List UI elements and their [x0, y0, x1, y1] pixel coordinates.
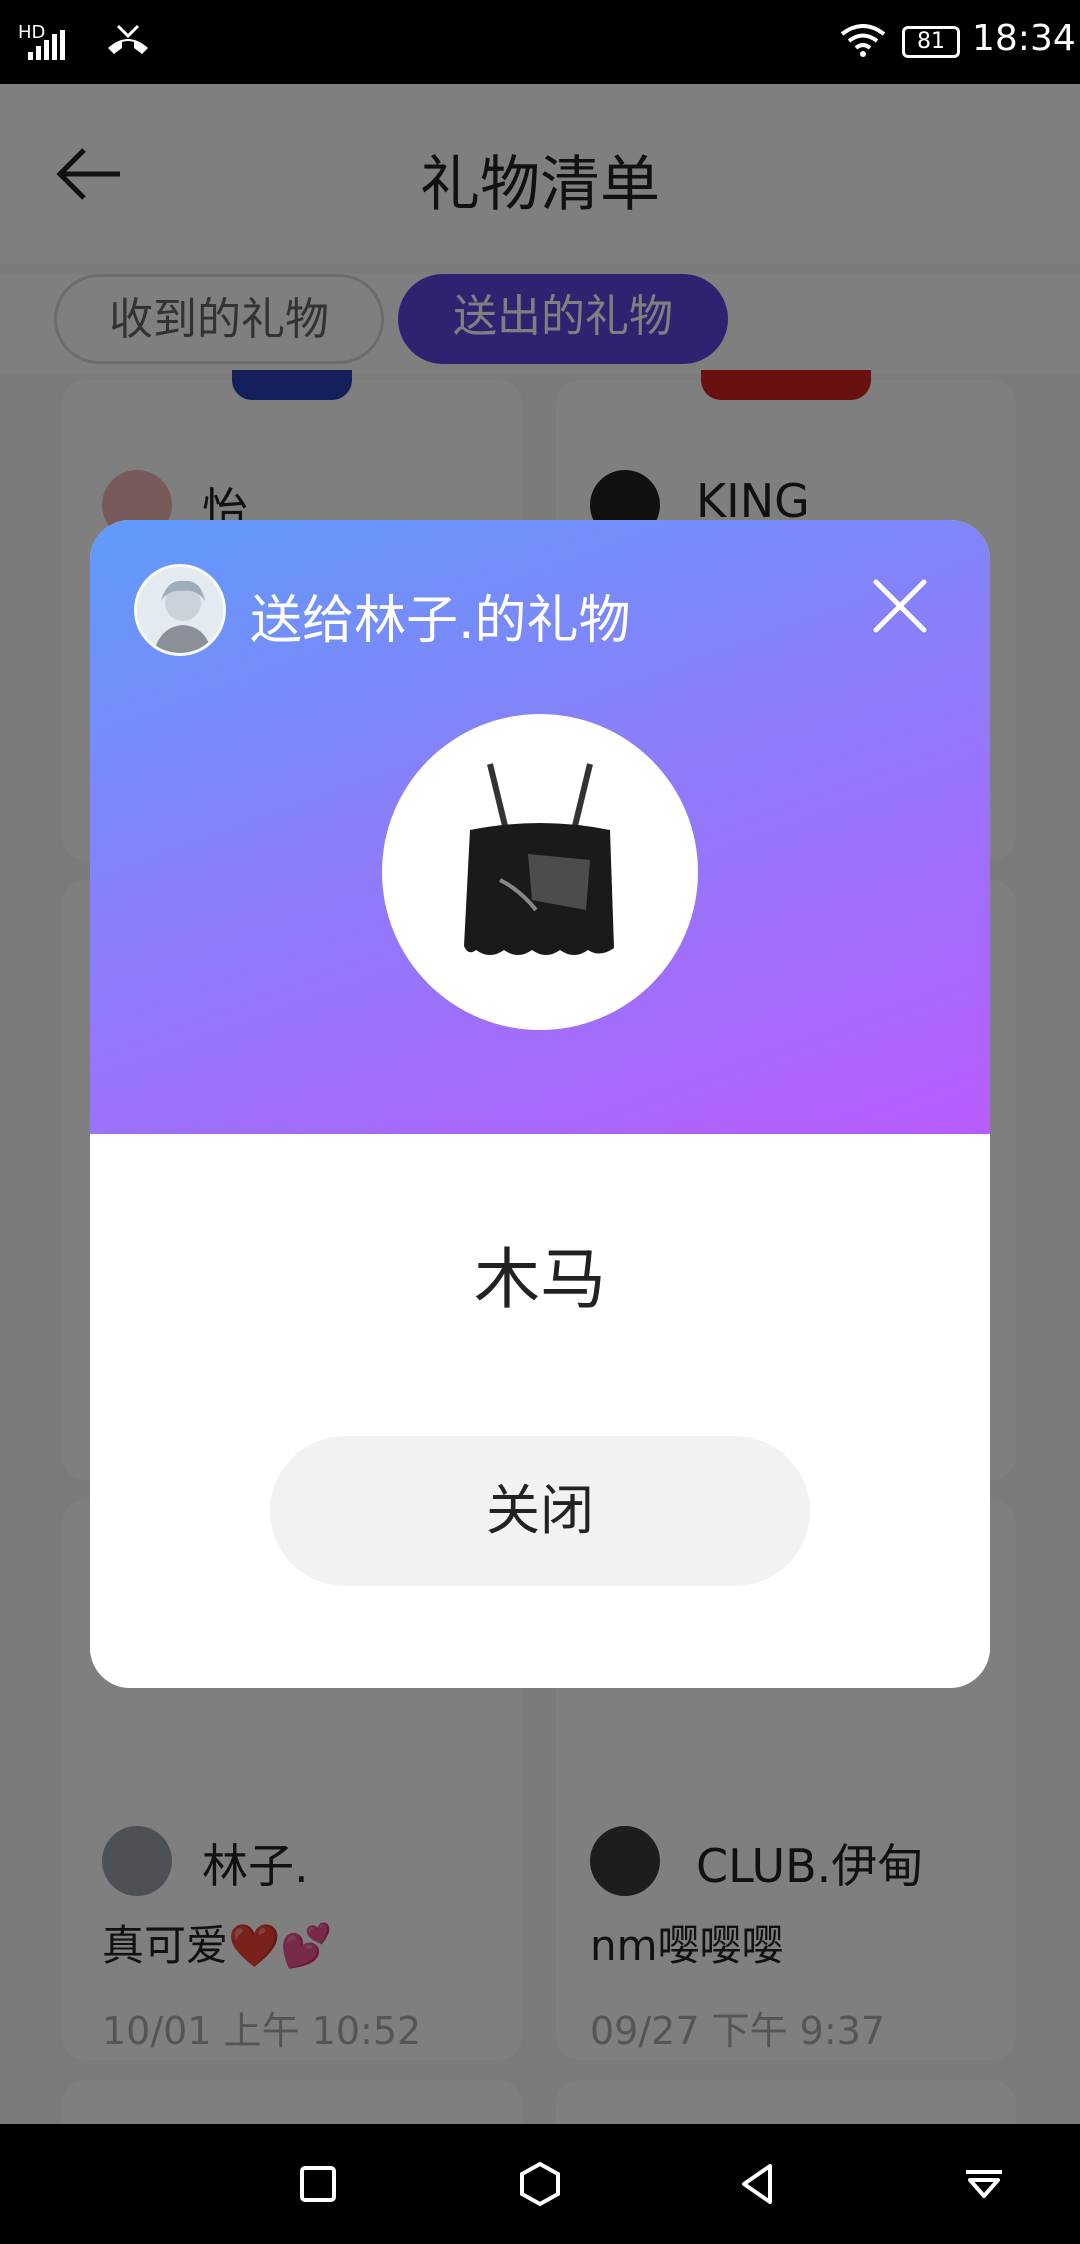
signal-icon [28, 30, 65, 60]
gift-name: 木马 [474, 1241, 606, 1318]
close-button[interactable]: 关闭 [270, 1436, 810, 1586]
battery-icon: 81 [902, 26, 960, 58]
recipient-avatar [134, 564, 226, 656]
gift-image-frame [382, 714, 698, 1030]
notification-shade-icon[interactable] [960, 2160, 1008, 2208]
wifi-icon [840, 24, 886, 57]
dialog-header: 送给林子.的礼物 [90, 520, 990, 1134]
gift-detail-dialog: 送给林子.的礼物 木马 关闭 [90, 520, 990, 1688]
status-bar: HD 81 18:34 [0, 0, 1080, 84]
gift-image [464, 763, 614, 955]
close-icon[interactable] [870, 576, 930, 636]
clock: 18:34 [972, 18, 1076, 59]
dialog-title: 送给林子.的礼物 [250, 591, 631, 651]
avatar-image [137, 567, 223, 653]
call-end-icon [108, 24, 148, 54]
recent-apps-icon[interactable] [294, 2160, 342, 2208]
home-icon[interactable] [516, 2160, 564, 2208]
back-icon[interactable] [734, 2160, 782, 2208]
system-nav-bar [0, 2124, 1080, 2244]
